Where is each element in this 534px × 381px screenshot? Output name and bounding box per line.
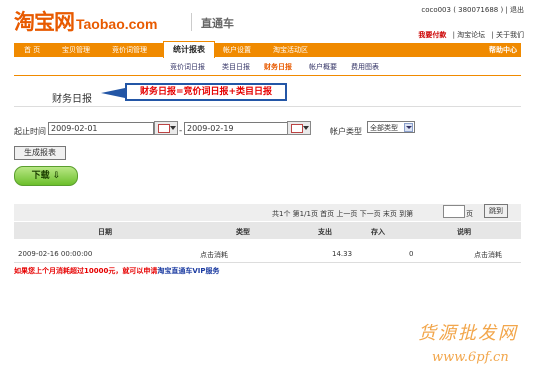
nav-item-home[interactable]: 首 页 [24,45,40,55]
header-type: 类型 [236,228,250,236]
vip-service-link[interactable]: 淘宝直通车VIP服务 [157,267,219,275]
account-type-value: 全部类型 [370,124,398,132]
jump-button[interactable]: 跳到 [484,204,508,218]
start-calendar-button[interactable] [154,121,178,135]
calendar-icon [158,124,170,133]
sub-nav: 竞价词日报 类目日报 财务日报 帐户概要 费用图表 [14,58,521,76]
subnav-category-daily[interactable]: 类目日报 [222,62,250,72]
table-header: 日期 类型 支出 存入 说明 [14,222,521,239]
date-separator: - [179,126,183,136]
header-expense: 支出 [318,228,332,236]
end-calendar-button[interactable] [287,121,311,135]
annotation-callout: 财务日报=竞价词日报+类目日报 [125,83,287,101]
subnav-finance-daily[interactable]: 财务日报 [264,62,292,72]
account-type-label: 帐户类型 [330,127,362,136]
watermark-title: 货源批发网 [418,323,518,344]
start-date-input[interactable]: 2009-02-01 [48,122,154,135]
header-description: 说明 [457,228,471,236]
header-date: 日期 [98,228,112,236]
cell-expense: 14.33 [332,250,353,258]
date-range-label: 起止时间 [14,127,46,136]
help-center-link[interactable]: 帮助中心 [489,45,517,55]
cell-description: 点击消耗 [474,251,502,259]
header-deposit: 存入 [371,228,385,236]
user-info[interactable]: coco003 ( 380071688 ) | 退出 [421,5,524,15]
vip-note-text: 如果您上个月消耗超过10000元，就可以申请 [14,267,158,275]
account-type-select[interactable]: 全部类型 [367,121,415,133]
subnav-keyword-daily[interactable]: 竞价词日报 [170,62,205,72]
link-forum[interactable]: | 淘宝论坛 [453,31,486,39]
nav-item-reports[interactable]: 统计报表 [163,41,215,58]
nav-item-keywords[interactable]: 竞价词管理 [112,45,147,55]
taobao-logo[interactable]: 淘宝网 Taobao.com [14,6,157,36]
subnav-account-summary[interactable]: 帐户概要 [309,62,337,72]
table-row: 2009-02-16 00:00:00 点击消耗 14.33 0 点击消耗 [14,244,521,263]
watermark-url: www.6pf.cn [432,350,509,365]
logo-en: Taobao.com [76,16,158,32]
vip-note: 如果您上个月消耗超过10000元，就可以申请淘宝直通车VIP服务 [14,266,220,276]
page-number-input[interactable] [443,205,465,218]
nav-item-activities[interactable]: 淘宝活动区 [273,45,308,55]
calendar-icon [291,124,303,133]
page-title: 财务日报 [52,94,92,105]
logo-cn: 淘宝网 [14,11,75,34]
callout-arrow [101,88,125,98]
nav-item-items[interactable]: 宝贝管理 [62,45,90,55]
subnav-cost-chart[interactable]: 费用图表 [351,62,379,72]
nav-item-account[interactable]: 帐户设置 [223,45,251,55]
page-unit-label: 页 [466,210,473,218]
cell-date: 2009-02-16 00:00:00 [18,250,93,258]
link-about[interactable]: | 关于我们 [491,31,524,39]
chevron-down-icon [303,126,309,130]
generate-report-button[interactable]: 生成报表 [14,146,66,160]
top-links: 我要付款 | 淘宝论坛 | 关于我们 [414,30,524,40]
chevron-down-icon [404,123,413,132]
cell-type: 点击消耗 [200,251,228,259]
sub-brand: 直通车 [201,17,234,30]
header-divider [191,13,192,31]
chevron-down-icon [170,126,176,130]
main-nav: 首 页 宝贝管理 竞价词管理 统计报表 帐户设置 淘宝活动区 帮助中心 [14,41,521,58]
title-divider [14,106,521,107]
end-date-input[interactable]: 2009-02-19 [184,122,288,135]
download-button[interactable]: 下载 ⇩ [14,166,78,186]
link-pay[interactable]: 我要付款 [418,31,446,39]
cell-deposit: 0 [409,250,414,258]
pager-summary[interactable]: 共1个 第1/1页 首页 上一页 下一页 末页 到第 [272,209,413,219]
